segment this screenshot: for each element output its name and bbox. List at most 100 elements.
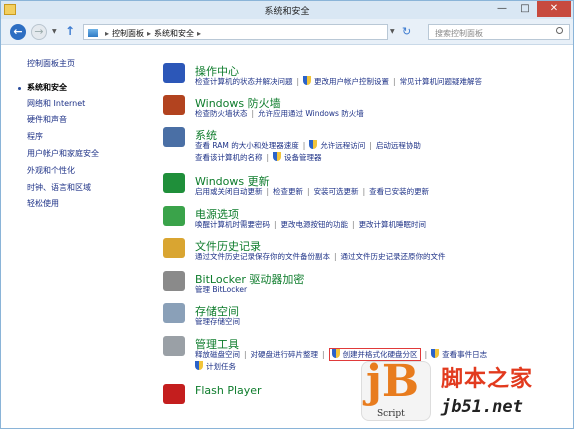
link-divider: | xyxy=(274,220,277,229)
administrative-tools-link-label: 对硬盘进行碎片整理 xyxy=(250,350,319,359)
action-center-link-label: 常见计算机问题疑难解答 xyxy=(399,77,483,86)
windows-update-link[interactable]: 启用或关闭自动更新 xyxy=(195,186,263,197)
power-options-link[interactable]: 更改计算机睡眠时间 xyxy=(359,219,427,230)
storage-spaces-link[interactable]: 管理存储空间 xyxy=(195,316,240,327)
power-options-links: 唤醒计算机时需要密码 | 更改电源按钮的功能 | 更改计算机睡眠时间 xyxy=(195,219,426,230)
windows-firewall-link[interactable]: 检查防火墙状态 xyxy=(195,108,248,119)
administrative-tools-link[interactable]: 对硬盘进行碎片整理 xyxy=(251,349,319,360)
control-panel-icon xyxy=(88,29,98,37)
power-options-link[interactable]: 更改电源按钮的功能 xyxy=(281,219,349,230)
power-options-link[interactable]: 唤醒计算机时需要密码 xyxy=(195,219,270,230)
administrative-tools-link[interactable]: 计划任务 xyxy=(195,361,236,372)
system-link[interactable]: 启动远程协助 xyxy=(376,140,421,151)
system-link-label: 设备管理器 xyxy=(284,153,322,162)
power-options-link-label: 更改计算机睡眠时间 xyxy=(358,220,427,229)
system-links: 查看 RAM 的大小和处理器速度 | 允许远程访问 | 启动远程协助 xyxy=(195,140,421,151)
watermark-url: jb51.net xyxy=(441,397,523,417)
window-title: 系统和安全 xyxy=(264,7,310,17)
chevron-right-icon[interactable]: ▸ xyxy=(197,29,201,38)
history-dropdown-icon[interactable]: ▼ xyxy=(52,28,57,35)
flash-player-icon[interactable] xyxy=(163,384,185,404)
system-link[interactable]: 查看该计算机的名称 xyxy=(195,152,263,163)
sidebar-item-programs[interactable]: 程序 xyxy=(27,131,43,142)
action-center-link-label: 检查计算机的状态并解决问题 xyxy=(195,77,293,86)
windows-update-link[interactable]: 安装可选更新 xyxy=(314,186,359,197)
link-divider: | xyxy=(244,350,247,359)
storage-spaces-link-label: 管理存储空间 xyxy=(195,317,240,326)
link-divider: | xyxy=(424,350,428,359)
file-history-link[interactable]: 通过文件历史记录保存你的文件备份副本 xyxy=(195,251,330,262)
close-button[interactable]: ✕ xyxy=(537,1,571,17)
administrative-tools-link-label: 释放磁盘空间 xyxy=(195,350,240,359)
uac-shield-icon xyxy=(309,140,318,149)
sidebar-item-user-accounts[interactable]: 用户帐户和家庭安全 xyxy=(27,148,99,159)
power-options-link-label: 更改电源按钮的功能 xyxy=(280,220,349,229)
windows-update-links: 启用或关闭自动更新 | 检查更新 | 安装可选更新 | 查看已安装的更新 xyxy=(195,186,429,197)
windows-update-link[interactable]: 检查更新 xyxy=(273,186,303,197)
file-history-icon[interactable] xyxy=(163,238,185,258)
breadcrumb-control-panel[interactable]: 控制面板 xyxy=(112,29,144,38)
breadcrumb-system-security[interactable]: 系统和安全 xyxy=(154,29,194,38)
action-center-icon[interactable] xyxy=(163,63,185,83)
sidebar-item-system-security[interactable]: 系统和安全 xyxy=(27,82,67,93)
bitlocker-link[interactable]: 管理 BitLocker xyxy=(195,284,247,295)
uac-shield-icon xyxy=(431,349,440,358)
watermark-logo-letters: jB xyxy=(366,356,420,407)
sidebar-item-network[interactable]: 网络和 Internet xyxy=(27,98,85,109)
breadcrumb[interactable]: ▸ 控制面板 ▸ 系统和安全 ▸ xyxy=(83,24,388,40)
sidebar-item-clock-language[interactable]: 时钟、语言和区域 xyxy=(27,182,91,193)
sidebar-item-appearance[interactable]: 外观和个性化 xyxy=(27,165,75,176)
bitlocker-links: 管理 BitLocker xyxy=(195,284,247,295)
search-input[interactable]: 搜索控制面板 xyxy=(428,24,570,40)
windows-update-link-label: 安装可选更新 xyxy=(313,187,359,196)
administrative-tools-icon[interactable] xyxy=(163,336,185,356)
administrative-tools-links: 计划任务 xyxy=(195,361,236,372)
sidebar-home-link[interactable]: 控制面板主页 xyxy=(27,58,75,69)
flash-player-title[interactable]: Flash Player xyxy=(195,384,262,397)
minimize-button[interactable]: — xyxy=(491,1,513,17)
link-divider: | xyxy=(322,350,325,359)
maximize-button[interactable]: □ xyxy=(514,1,536,17)
link-divider: | xyxy=(266,153,270,162)
sidebar-item-ease-of-access[interactable]: 轻松使用 xyxy=(27,198,59,209)
uac-shield-icon xyxy=(195,361,203,370)
uac-shield-icon xyxy=(273,152,282,161)
link-divider: | xyxy=(251,109,255,118)
system-icon[interactable] xyxy=(163,127,185,147)
link-divider: | xyxy=(296,77,300,86)
link-divider: | xyxy=(302,141,306,150)
administrative-tools-link-label: 查看事件日志 xyxy=(442,350,488,359)
up-arrow-icon[interactable]: ↑ xyxy=(65,24,75,38)
search-icon[interactable] xyxy=(556,27,563,34)
system-link-label: 允许远程访问 xyxy=(320,141,366,150)
chevron-right-icon[interactable]: ▸ xyxy=(105,29,109,38)
system-link[interactable]: 设备管理器 xyxy=(273,152,322,163)
file-history-link-label: 通过文件历史记录保存你的文件备份副本 xyxy=(195,252,330,261)
forward-arrow-icon[interactable]: → xyxy=(31,24,47,40)
storage-spaces-icon[interactable] xyxy=(163,303,185,323)
administrative-tools-link[interactable]: 查看事件日志 xyxy=(431,349,487,360)
link-divider: | xyxy=(362,187,366,196)
uac-shield-icon xyxy=(331,349,340,358)
windows-update-link[interactable]: 查看已安装的更新 xyxy=(369,186,429,197)
action-center-link[interactable]: 检查计算机的状态并解决问题 xyxy=(195,76,293,87)
administrative-tools-link[interactable]: 释放磁盘空间 xyxy=(195,349,240,360)
action-center-link[interactable]: 更改用户帐户控制设置 xyxy=(303,76,389,87)
storage-spaces-links: 管理存储空间 xyxy=(195,316,240,327)
address-dropdown-icon[interactable]: ▼ xyxy=(390,28,395,35)
action-center-link[interactable]: 常见计算机问题疑难解答 xyxy=(400,76,483,87)
power-options-icon[interactable] xyxy=(163,206,185,226)
file-history-link[interactable]: 通过文件历史记录还原你的文件 xyxy=(341,251,446,262)
link-divider: | xyxy=(307,187,310,196)
sidebar-item-hardware[interactable]: 硬件和声音 xyxy=(27,114,67,125)
refresh-icon[interactable]: ↻ xyxy=(402,25,411,38)
back-arrow-icon[interactable]: ← xyxy=(10,24,26,40)
windows-firewall-link[interactable]: 允许应用通过 Windows 防火墙 xyxy=(258,108,364,119)
windows-update-icon[interactable] xyxy=(163,173,185,193)
system-link[interactable]: 查看 RAM 的大小和处理器速度 xyxy=(195,140,299,151)
bitlocker-icon[interactable] xyxy=(163,271,185,291)
windows-firewall-link-label: 允许应用通过 Windows 防火墙 xyxy=(258,109,364,118)
windows-firewall-icon[interactable] xyxy=(163,95,185,115)
system-link[interactable]: 允许远程访问 xyxy=(309,140,365,151)
chevron-right-icon[interactable]: ▸ xyxy=(147,29,151,38)
